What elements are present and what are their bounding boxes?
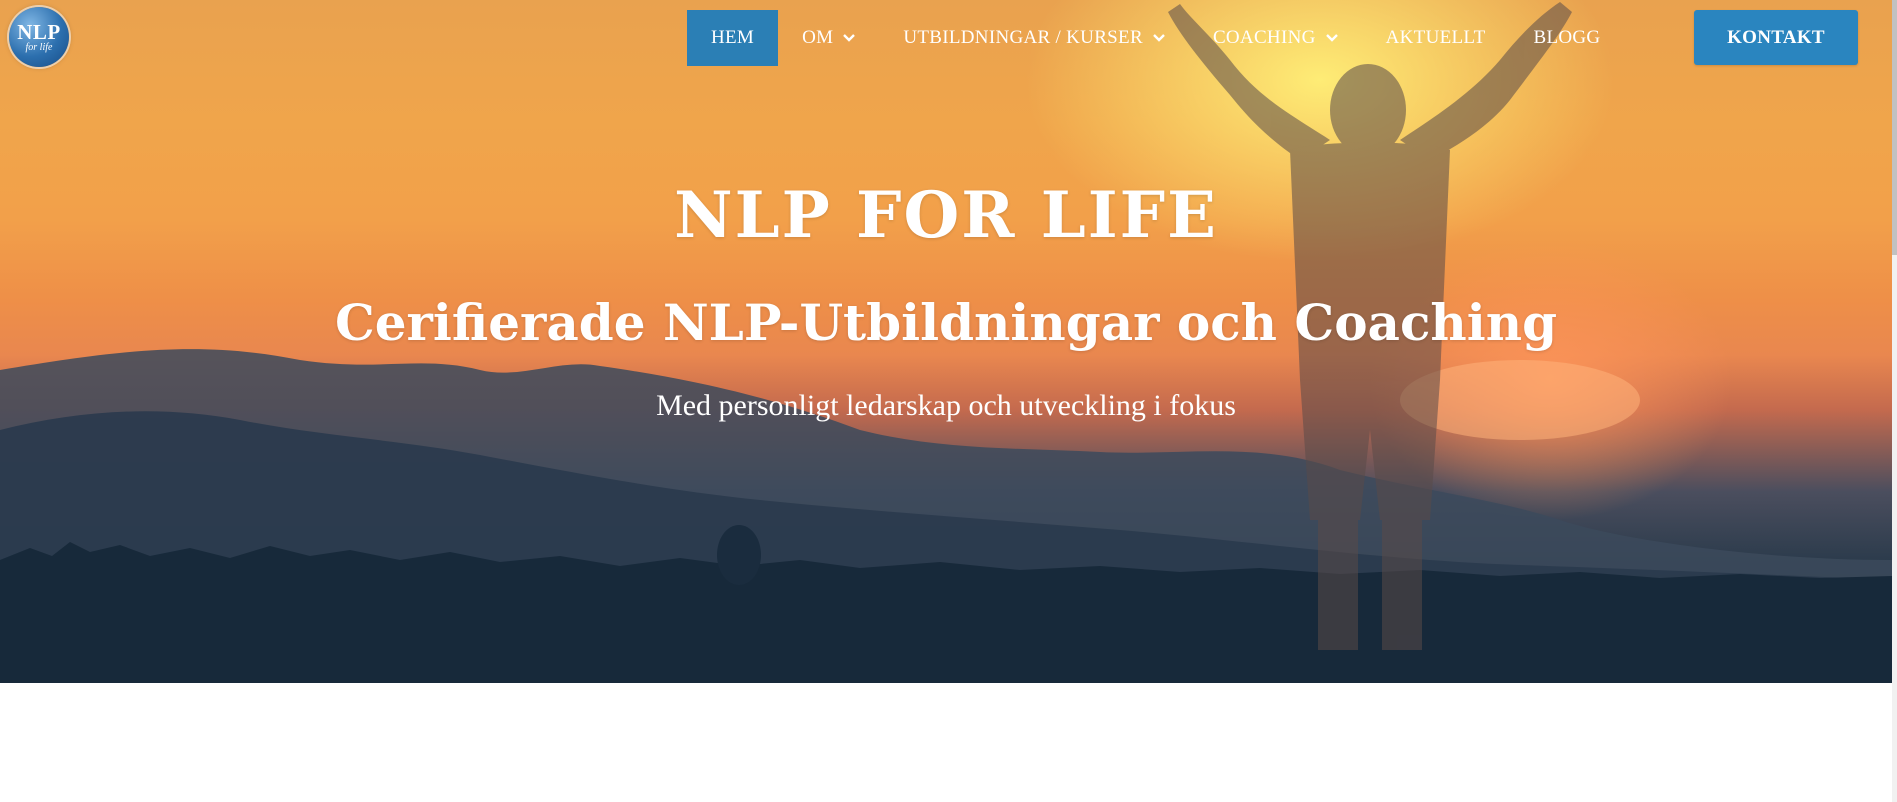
hero-title: NLP FOR LIFE — [674, 178, 1218, 253]
nav-item-label: UTBILDNINGAR / KURSER — [903, 27, 1143, 48]
hero-tagline: Med personligt ledarskap och utveckling … — [656, 389, 1236, 422]
nav-item-label: AKTUELLT — [1385, 27, 1486, 48]
logo-text-secondary: for life — [25, 41, 53, 53]
nav-item-label: COACHING — [1212, 27, 1316, 48]
nav-item-om[interactable]: OM — [778, 10, 879, 66]
kontakt-button[interactable]: KONTAKT — [1694, 10, 1858, 65]
nav-item-blogg[interactable]: BLOGG — [1509, 10, 1624, 66]
chevron-down-icon — [1153, 34, 1165, 42]
hero-section: NLP for life HEM OM UTBILDNINGAR / KURSE… — [0, 0, 1892, 683]
main-navigation: HEM OM UTBILDNINGAR / KURSER COACHING AK… — [687, 10, 1624, 66]
page-scrollbar[interactable] — [1892, 0, 1897, 802]
nav-item-label: BLOGG — [1533, 27, 1601, 48]
nav-item-coaching[interactable]: COACHING — [1189, 10, 1362, 66]
nav-item-hem[interactable]: HEM — [687, 10, 779, 66]
nav-item-utbildningar[interactable]: UTBILDNINGAR / KURSER — [879, 10, 1189, 66]
logo-text-primary: NLP — [17, 19, 61, 44]
hero-subtitle: Cerifierade NLP-Utbildningar och Coachin… — [334, 293, 1558, 352]
scrollbar-thumb[interactable] — [1892, 0, 1897, 255]
nav-item-aktuellt[interactable]: AKTUELLT — [1362, 10, 1510, 66]
chevron-down-icon — [1325, 34, 1338, 42]
nav-item-label: HEM — [711, 27, 755, 48]
site-logo[interactable]: NLP for life — [9, 7, 69, 67]
nav-item-label: OM — [802, 27, 834, 48]
chevron-down-icon — [843, 34, 856, 42]
